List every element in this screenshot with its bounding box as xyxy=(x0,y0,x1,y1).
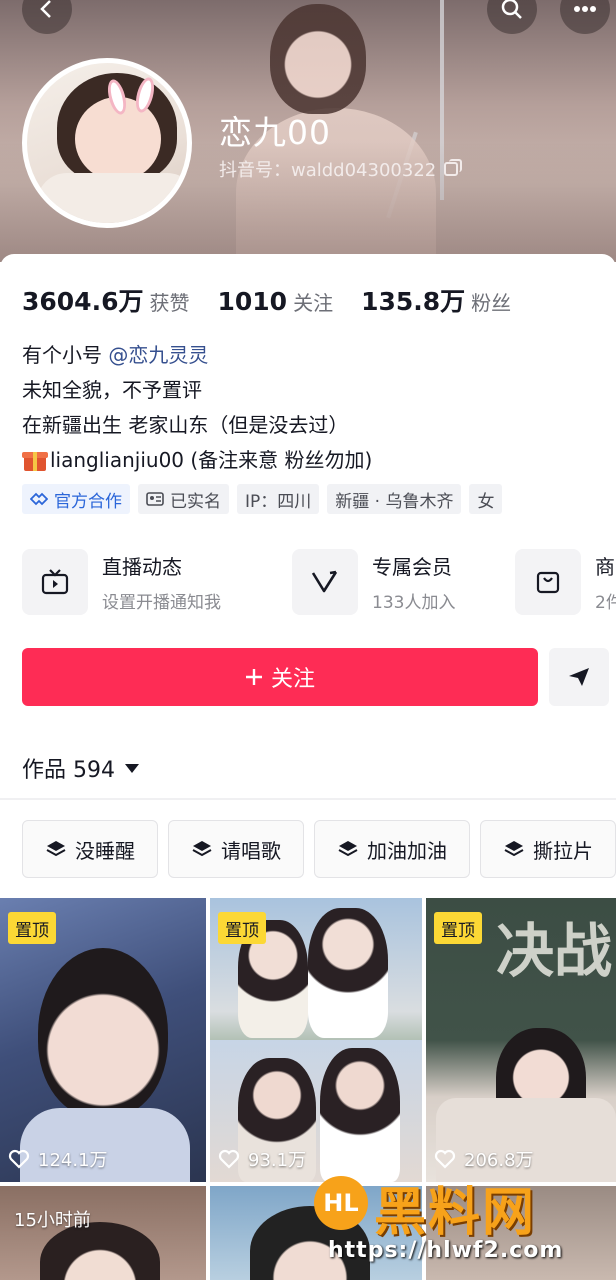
heart-icon xyxy=(434,1149,456,1169)
douyin-id[interactable]: 抖音号：waldd04300322 xyxy=(219,156,463,182)
video-thumbnail[interactable]: 置顶 124.1万 xyxy=(0,898,206,1182)
collection-item[interactable]: 请唱歌 xyxy=(168,820,304,878)
vip-v-icon xyxy=(311,570,338,593)
more-dots-icon xyxy=(574,6,596,12)
mention-link[interactable]: @恋九灵灵 xyxy=(108,343,208,367)
works-tab[interactable]: 作品 594 xyxy=(22,752,139,784)
banner-photo-figure xyxy=(270,4,366,114)
feature-title: 专属会员 xyxy=(372,555,452,579)
profile-nickname: 恋九00 xyxy=(219,113,331,152)
follow-button[interactable]: 关注 xyxy=(22,648,538,706)
works-label: 作品 594 xyxy=(22,758,115,783)
pinned-badge: 置顶 xyxy=(434,912,482,944)
shopping-bag-icon xyxy=(536,571,560,594)
profile-tags: 官方合作 已实名 IP：四川 新疆 · 乌鲁木齐 女 xyxy=(22,484,503,514)
feature-subtitle: 2件 xyxy=(595,593,616,613)
feature-membership[interactable]: 专属会员 133人加入 xyxy=(292,548,455,616)
likes-label: 获赞 xyxy=(149,291,190,315)
profile-stats: 3604.6万 获赞 1010 关注 135.8万 粉丝 xyxy=(22,282,539,318)
avatar[interactable] xyxy=(22,58,192,228)
layers-icon xyxy=(192,841,212,857)
feature-row: 直播动态 设置开播通知我 专属会员 133人加入 商 2件 xyxy=(22,548,616,616)
feature-shop[interactable]: 商 2件 xyxy=(515,548,616,616)
collection-item[interactable]: 加油加油 xyxy=(314,820,470,878)
layers-icon xyxy=(504,841,524,857)
watermark-logo-icon: HL xyxy=(314,1176,368,1230)
bio-line: 未知全貌，不予置评 xyxy=(22,378,202,402)
video-thumbnail[interactable]: 置顶 93.1万 xyxy=(210,898,422,1182)
send-icon xyxy=(569,668,589,686)
like-count: 124.1万 xyxy=(8,1146,108,1172)
heart-icon xyxy=(218,1149,240,1169)
post-time: 15小时前 xyxy=(14,1210,91,1231)
video-thumbnail[interactable]: 决战 置顶 206.8万 xyxy=(426,898,616,1182)
following-label[interactable]: 关注 xyxy=(293,287,333,316)
tag-verified[interactable]: 已实名 xyxy=(138,484,229,514)
feature-live[interactable]: 直播动态 设置开播通知我 xyxy=(22,548,221,616)
bio-line: lianglianjiu00 (备注来意 粉丝勿加) xyxy=(22,443,372,478)
tag-official-partner[interactable]: 官方合作 xyxy=(22,484,130,514)
feature-title: 商 xyxy=(595,555,615,579)
share-button[interactable] xyxy=(549,648,609,706)
triangle-down-icon xyxy=(125,763,139,773)
likes-count: 3604.6万 xyxy=(22,287,144,316)
pinned-badge: 置顶 xyxy=(218,912,266,944)
heart-icon xyxy=(8,1149,30,1169)
watermark: HL 黑料网 https://hlwf2.com xyxy=(300,1168,600,1274)
followers-count[interactable]: 135.8万 xyxy=(361,282,465,318)
bio-line: 在新疆出生 老家山东（但是没去过） xyxy=(22,413,349,437)
feature-subtitle: 133人加入 xyxy=(372,593,456,613)
following-count[interactable]: 1010 xyxy=(217,287,287,316)
collection-item[interactable]: 没睡醒 xyxy=(22,820,158,878)
layers-icon xyxy=(46,841,66,857)
watermark-name: 黑料网 xyxy=(374,1183,537,1243)
handshake-icon xyxy=(30,492,48,506)
collection-list: 没睡醒 请唱歌 加油加油 撕拉片 xyxy=(22,820,616,878)
video-thumbnail[interactable]: 15小时前 xyxy=(0,1186,206,1280)
tag-ip-location: IP：四川 xyxy=(237,484,320,514)
id-card-icon xyxy=(146,492,164,506)
tag-location: 新疆 · 乌鲁木齐 xyxy=(327,484,462,514)
collection-item[interactable]: 撕拉片 xyxy=(480,820,616,878)
layers-icon xyxy=(338,841,358,857)
gift-icon xyxy=(22,447,48,471)
followers-label[interactable]: 粉丝 xyxy=(471,287,511,316)
plus-icon xyxy=(245,669,262,685)
tag-gender: 女 xyxy=(469,484,503,514)
bio-line: 有个小号 @恋九灵灵 xyxy=(22,343,209,367)
like-count: 93.1万 xyxy=(218,1146,306,1172)
douyin-id-text: 抖音号：waldd04300322 xyxy=(219,160,437,181)
feature-subtitle: 设置开播通知我 xyxy=(102,593,221,613)
copy-icon[interactable] xyxy=(444,159,463,176)
watermark-url: https://hlwf2.com xyxy=(328,1238,564,1263)
tv-icon xyxy=(41,569,69,595)
chevron-left-icon xyxy=(40,0,51,18)
pinned-badge: 置顶 xyxy=(8,912,56,944)
section-divider xyxy=(0,798,616,800)
profile-bio: 有个小号 @恋九灵灵 未知全貌，不予置评 在新疆出生 老家山东（但是没去过） l… xyxy=(22,338,372,478)
search-icon xyxy=(501,0,522,19)
feature-title: 直播动态 xyxy=(102,555,182,579)
